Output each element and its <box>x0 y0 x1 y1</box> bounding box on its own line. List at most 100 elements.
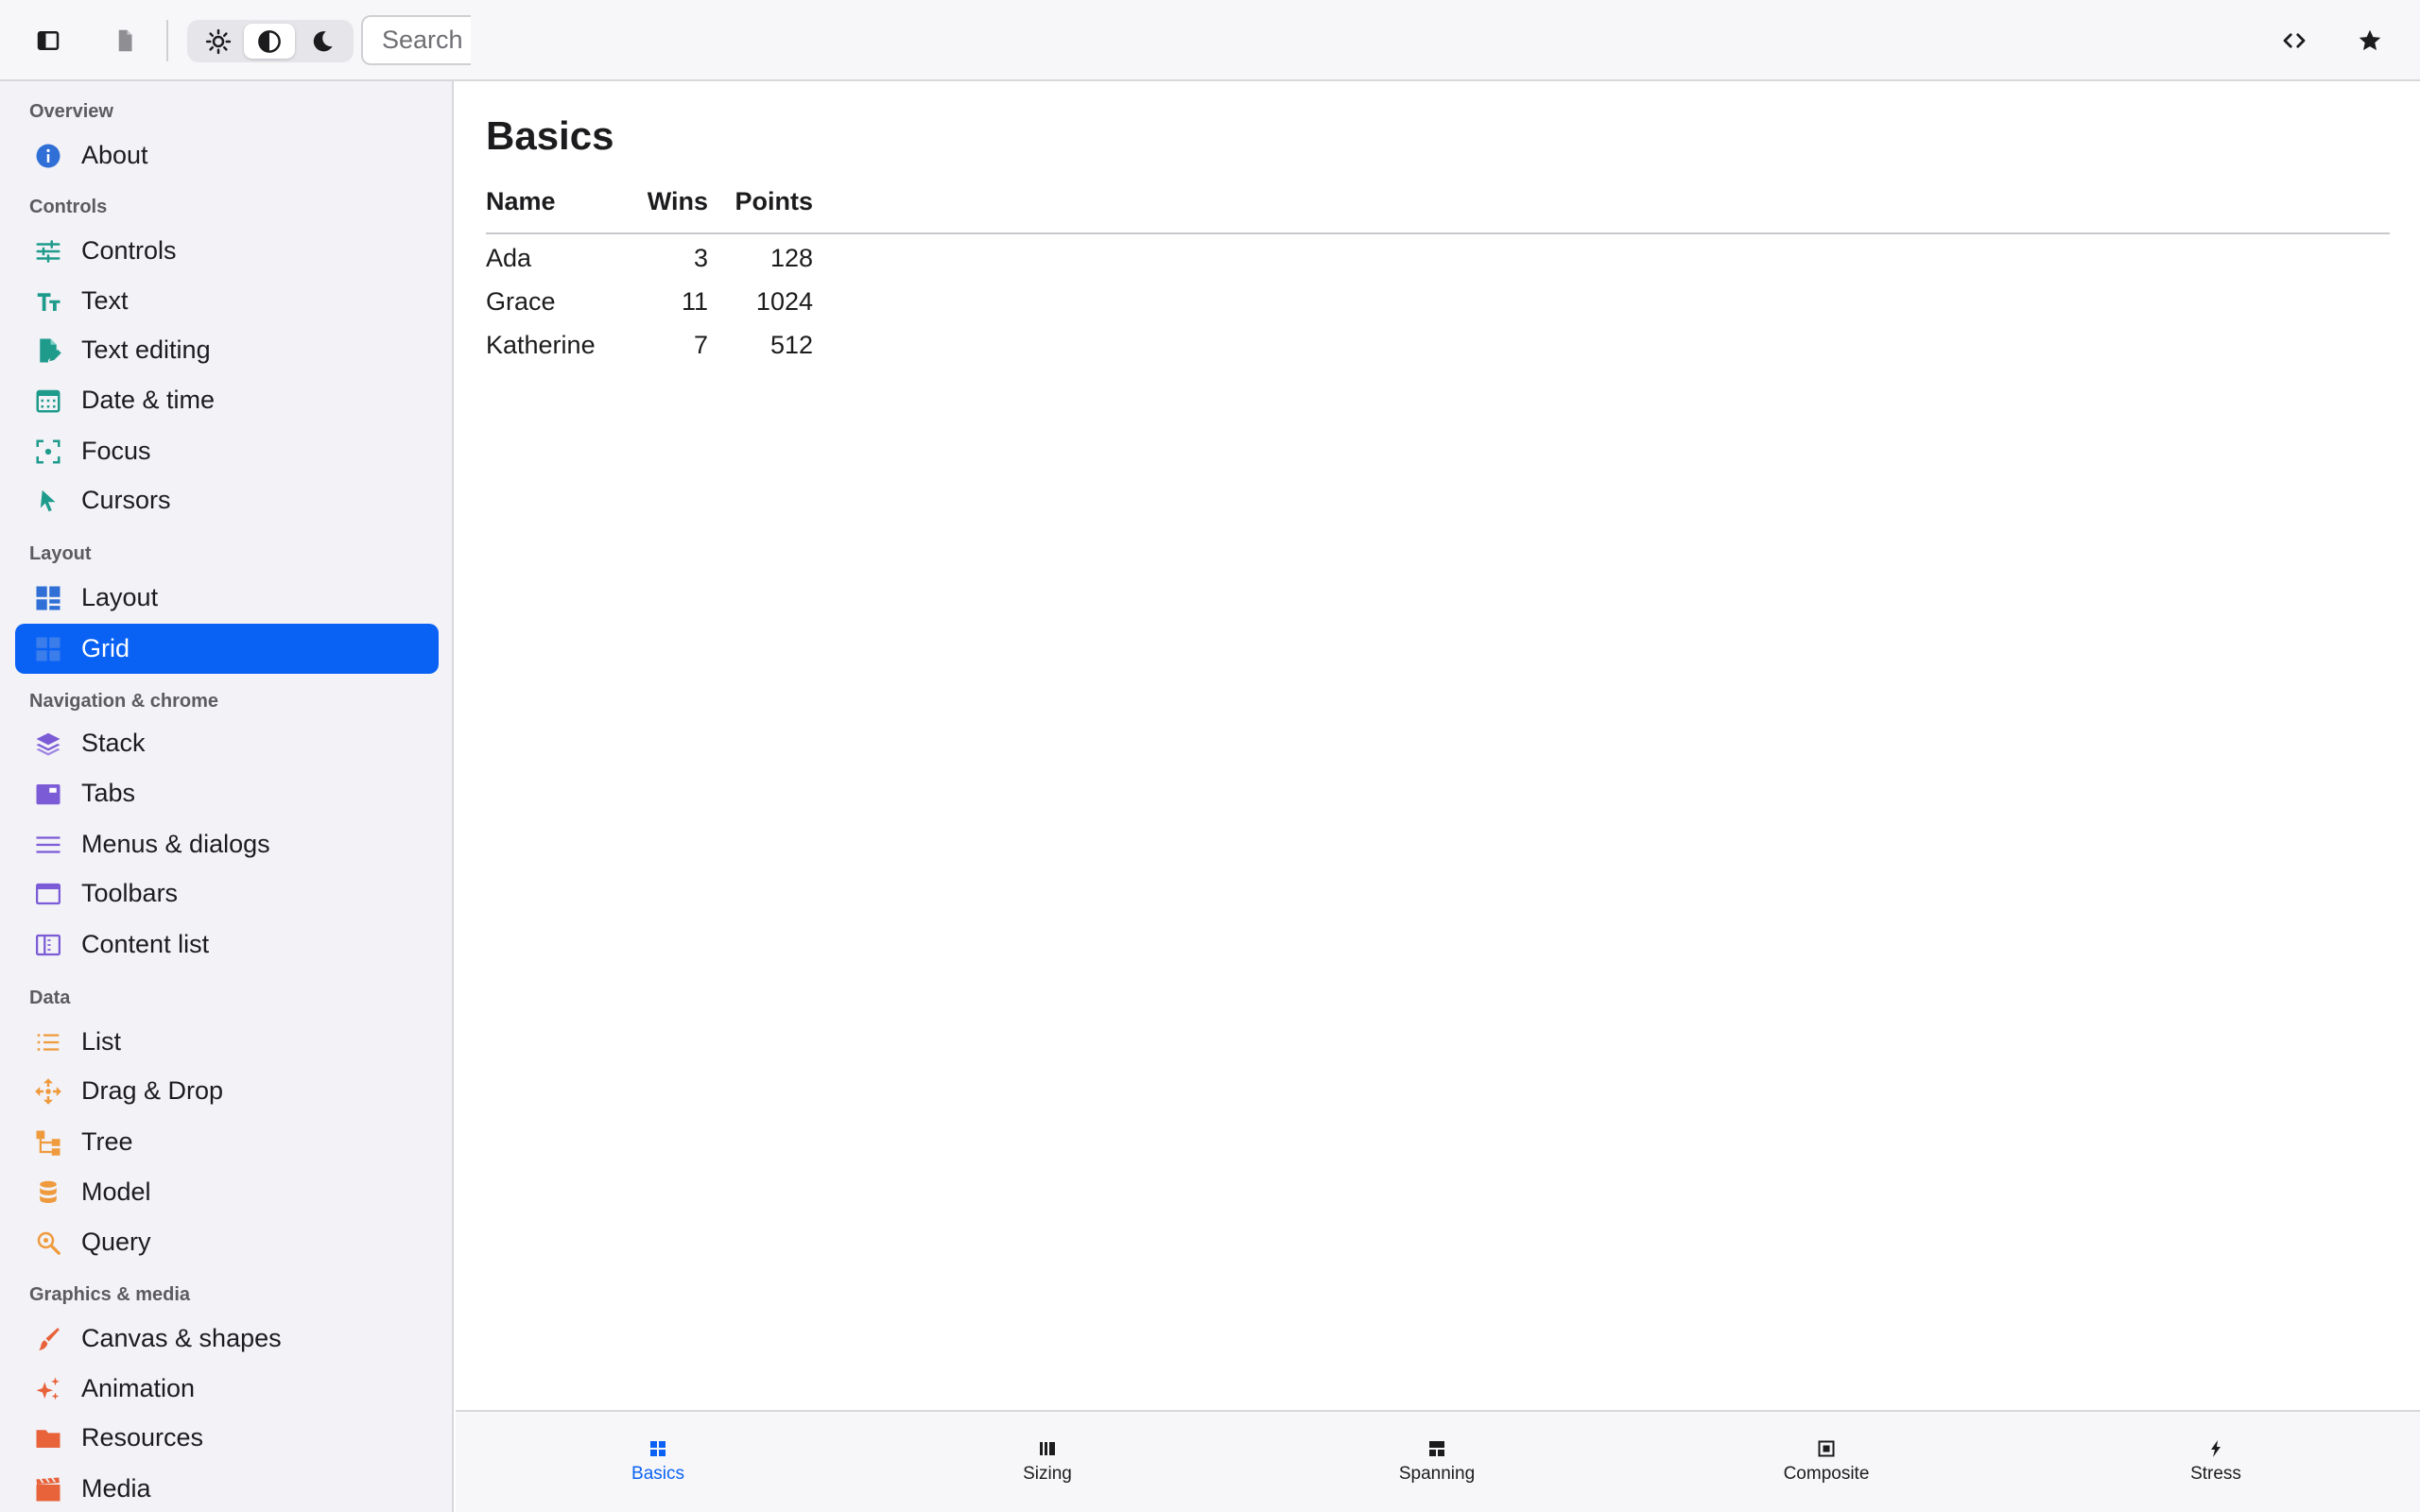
sidebar-item-label: Tree <box>81 1127 133 1156</box>
favorite-button[interactable] <box>2347 18 2393 63</box>
cursor-icon <box>34 487 62 515</box>
move-arrows-icon <box>34 1077 62 1106</box>
grid-small-icon <box>650 1441 666 1456</box>
sidebar-item-tree[interactable]: Tree <box>15 1117 439 1167</box>
window-icon <box>34 880 62 908</box>
theme-switcher <box>187 20 354 62</box>
search-input[interactable] <box>361 15 471 65</box>
cell-points: 512 <box>769 331 813 359</box>
sidebar-item-date-time[interactable]: Date & time <box>15 375 439 425</box>
sidebar-item-label: Focus <box>81 437 151 465</box>
sidebar-item-label: Layout <box>81 583 159 611</box>
main-content: Basics Name Wins Points Ada 3 128 Grace … <box>456 83 2420 1410</box>
column-header-points: Points <box>735 187 813 215</box>
tab-composite[interactable]: Composite <box>1732 1412 1921 1512</box>
section-header-navigation: Navigation & chrome <box>29 691 219 712</box>
sidebar-item-focus[interactable]: Focus <box>15 426 439 476</box>
sidebar-item-query[interactable]: Query <box>15 1217 439 1267</box>
cell-points: 1024 <box>755 287 813 316</box>
layers-icon <box>34 730 62 758</box>
tree-icon <box>34 1128 62 1157</box>
columns-icon <box>34 931 62 959</box>
sidebar-toggle-icon <box>37 31 60 50</box>
sidebar-item-about[interactable]: About <box>15 130 439 180</box>
spanning-icon <box>1429 1441 1444 1456</box>
sidebar-item-cursors[interactable]: Cursors <box>15 475 439 525</box>
tab-label: Basics <box>631 1464 684 1484</box>
sidebar-item-toolbars[interactable]: Toolbars <box>15 868 439 919</box>
tabs-icon <box>34 780 62 808</box>
film-icon <box>34 1475 62 1503</box>
column-header-wins: Wins <box>647 187 708 215</box>
sidebar-toggle-button[interactable] <box>26 18 71 63</box>
info-icon <box>34 142 62 170</box>
sidebar-item-controls[interactable]: Controls <box>15 226 439 276</box>
moon-icon <box>313 30 333 51</box>
page-title: Basics <box>486 113 614 158</box>
column-header-name: Name <box>486 187 556 215</box>
sidebar-item-label: Model <box>81 1177 151 1206</box>
sidebar-item-label: Text editing <box>81 335 211 364</box>
sidebar-item-text[interactable]: Text <box>15 276 439 326</box>
cell-name: Grace <box>486 287 556 316</box>
auto-theme-button[interactable] <box>244 24 295 59</box>
light-theme-button[interactable] <box>193 24 244 59</box>
sparkles-icon <box>34 1375 62 1403</box>
sidebar-item-label: Text <box>81 286 129 315</box>
sidebar-item-label: About <box>81 141 148 169</box>
sidebar-item-animation[interactable]: Animation <box>15 1364 439 1414</box>
search-magnifier-icon <box>34 1228 62 1257</box>
menu-lines-icon <box>34 831 62 859</box>
sidebar-item-text-editing[interactable]: Text editing <box>15 325 439 375</box>
bottom-tab-bar: Basics Sizing Spanning Composite Stress <box>456 1410 2420 1512</box>
tab-label: Spanning <box>1398 1464 1476 1484</box>
sidebar-item-media[interactable]: Media <box>15 1464 439 1512</box>
sidebar: Overview About Controls Controls Text Te… <box>0 81 454 1512</box>
sidebar-item-drag-drop[interactable]: Drag & Drop <box>15 1066 439 1116</box>
list-icon <box>34 1028 62 1057</box>
sidebar-item-model[interactable]: Model <box>15 1167 439 1217</box>
database-icon <box>34 1178 62 1207</box>
sidebar-item-label: Content list <box>81 930 210 958</box>
toolbar-divider <box>166 20 168 61</box>
text-size-icon <box>34 287 62 316</box>
section-header-controls: Controls <box>29 197 108 217</box>
dark-theme-button[interactable] <box>297 24 348 59</box>
cell-name: Ada <box>486 244 532 272</box>
tab-stress[interactable]: Stress <box>2121 1412 2310 1512</box>
sidebar-item-label: Controls <box>81 236 177 265</box>
tab-label: Sizing <box>1023 1464 1072 1484</box>
sidebar-item-label: Resources <box>81 1423 204 1452</box>
sidebar-item-label: Stack <box>81 729 146 757</box>
cell-points: 128 <box>769 244 813 272</box>
star-icon <box>2359 29 2381 51</box>
sidebar-item-list[interactable]: List <box>15 1017 439 1067</box>
sliders-icon <box>34 237 62 266</box>
document-button[interactable] <box>102 18 147 63</box>
section-header-data: Data <box>29 988 71 1008</box>
tab-spanning[interactable]: Spanning <box>1342 1412 1531 1512</box>
sidebar-item-label: Menus & dialogs <box>81 830 270 858</box>
sidebar-item-tabs[interactable]: Tabs <box>15 768 439 818</box>
sidebar-item-grid[interactable]: Grid <box>15 624 439 674</box>
sidebar-item-resources[interactable]: Resources <box>15 1413 439 1463</box>
code-icon <box>2283 33 2306 48</box>
sidebar-item-content-list[interactable]: Content list <box>15 919 439 970</box>
section-header-layout: Layout <box>29 543 92 564</box>
sidebar-item-canvas-shapes[interactable]: Canvas & shapes <box>15 1314 439 1364</box>
sidebar-item-label: Cursors <box>81 486 171 514</box>
view-source-button[interactable] <box>2272 18 2317 63</box>
tab-basics[interactable]: Basics <box>563 1412 752 1512</box>
sidebar-item-stack[interactable]: Stack <box>15 718 439 768</box>
sidebar-item-label: Grid <box>81 634 130 662</box>
cell-wins: 7 <box>693 331 708 359</box>
sidebar-item-layout[interactable]: Layout <box>15 573 439 623</box>
cell-wins: 11 <box>681 287 708 316</box>
sidebar-item-menus-dialogs[interactable]: Menus & dialogs <box>15 819 439 869</box>
tab-sizing[interactable]: Sizing <box>953 1412 1142 1512</box>
sidebar-item-label: List <box>81 1027 122 1056</box>
edit-document-icon <box>34 336 62 365</box>
focus-icon <box>34 438 62 466</box>
section-header-overview: Overview <box>29 101 113 122</box>
bolt-icon <box>2211 1440 2221 1457</box>
